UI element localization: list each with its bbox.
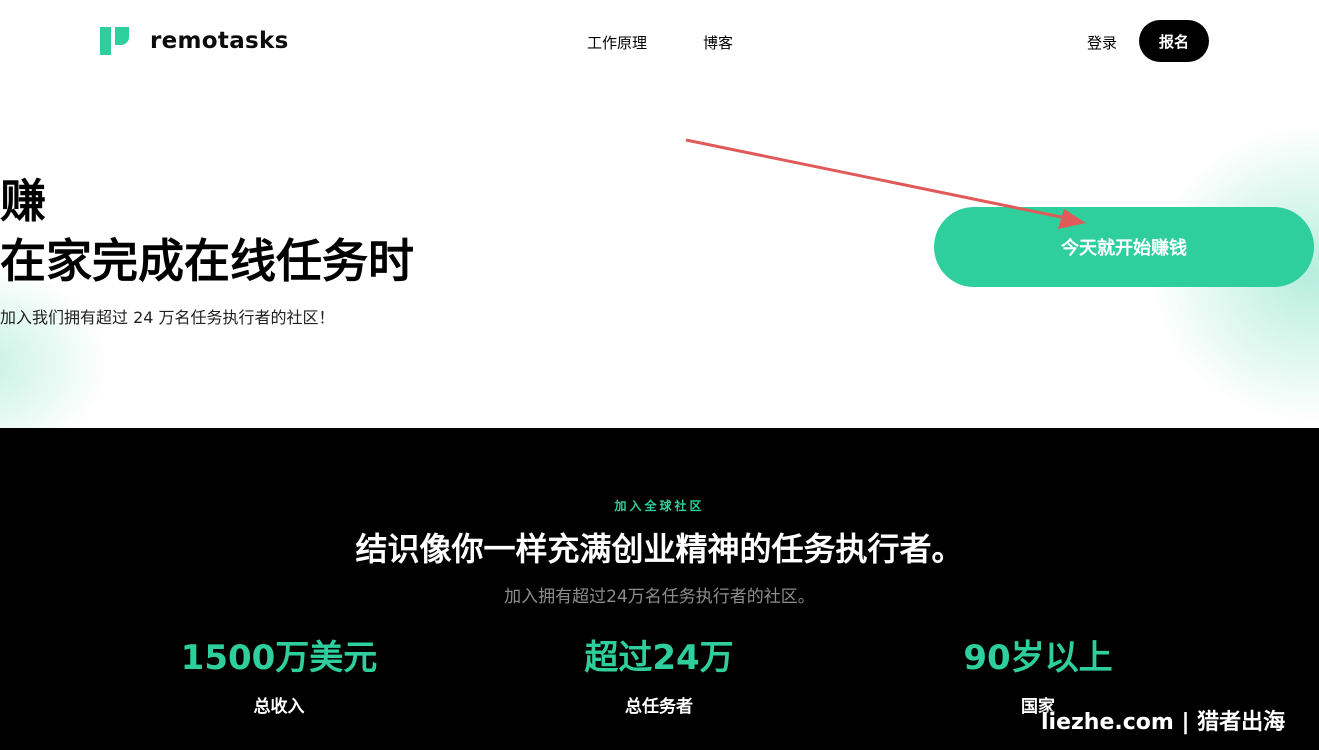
watermark-text: liezhe.com | 猎者出海 [1041,710,1286,735]
hero-heading-line2: 在家完成在线任务时 [0,234,414,288]
section-title: 结识像你一样充满创业精神的任务执行者。 [355,530,964,568]
section-subtitle: 加入拥有超过24万名任务执行者的社区。 [504,587,815,607]
stat-total-taskers: 超过24万 总任务者 [529,636,789,717]
stat-label: 总任务者 [625,697,693,717]
hero-heading-line1: 赚 [0,174,46,228]
decorative-glow [0,264,110,428]
brand-logo[interactable]: remotasks [100,25,289,57]
start-earning-button[interactable]: 今天就开始赚钱 [934,207,1314,287]
brand-name: remotasks [150,28,289,54]
stat-label: 总收入 [253,697,305,717]
stat-value: 1500万美元 [180,638,378,678]
nav-blog[interactable]: 博客 [703,32,733,53]
hero-section: 赚 在家完成在线任务时 加入我们拥有超过 24 万名任务执行者的社区！ 今天就开… [0,84,1319,428]
stat-value: 90岁以上 [963,638,1113,678]
section-eyebrow: 加入全球社区 [614,499,705,513]
community-section: 加入全球社区 结识像你一样充满创业精神的任务执行者。 加入拥有超过24万名任务执… [0,428,1319,750]
hero-subtitle: 加入我们拥有超过 24 万名任务执行者的社区！ [0,308,335,327]
login-link[interactable]: 登录 [1087,32,1117,53]
main-nav: 工作原理 博客 [587,32,733,53]
stat-total-earnings: 1500万美元 总收入 [149,636,409,717]
site-header: remotasks 工作原理 博客 登录 报名 [0,0,1319,84]
signup-button[interactable]: 报名 [1139,20,1209,62]
nav-how-it-works[interactable]: 工作原理 [587,32,647,53]
logo-mark-icon [100,25,132,57]
stat-value: 超过24万 [584,638,734,678]
